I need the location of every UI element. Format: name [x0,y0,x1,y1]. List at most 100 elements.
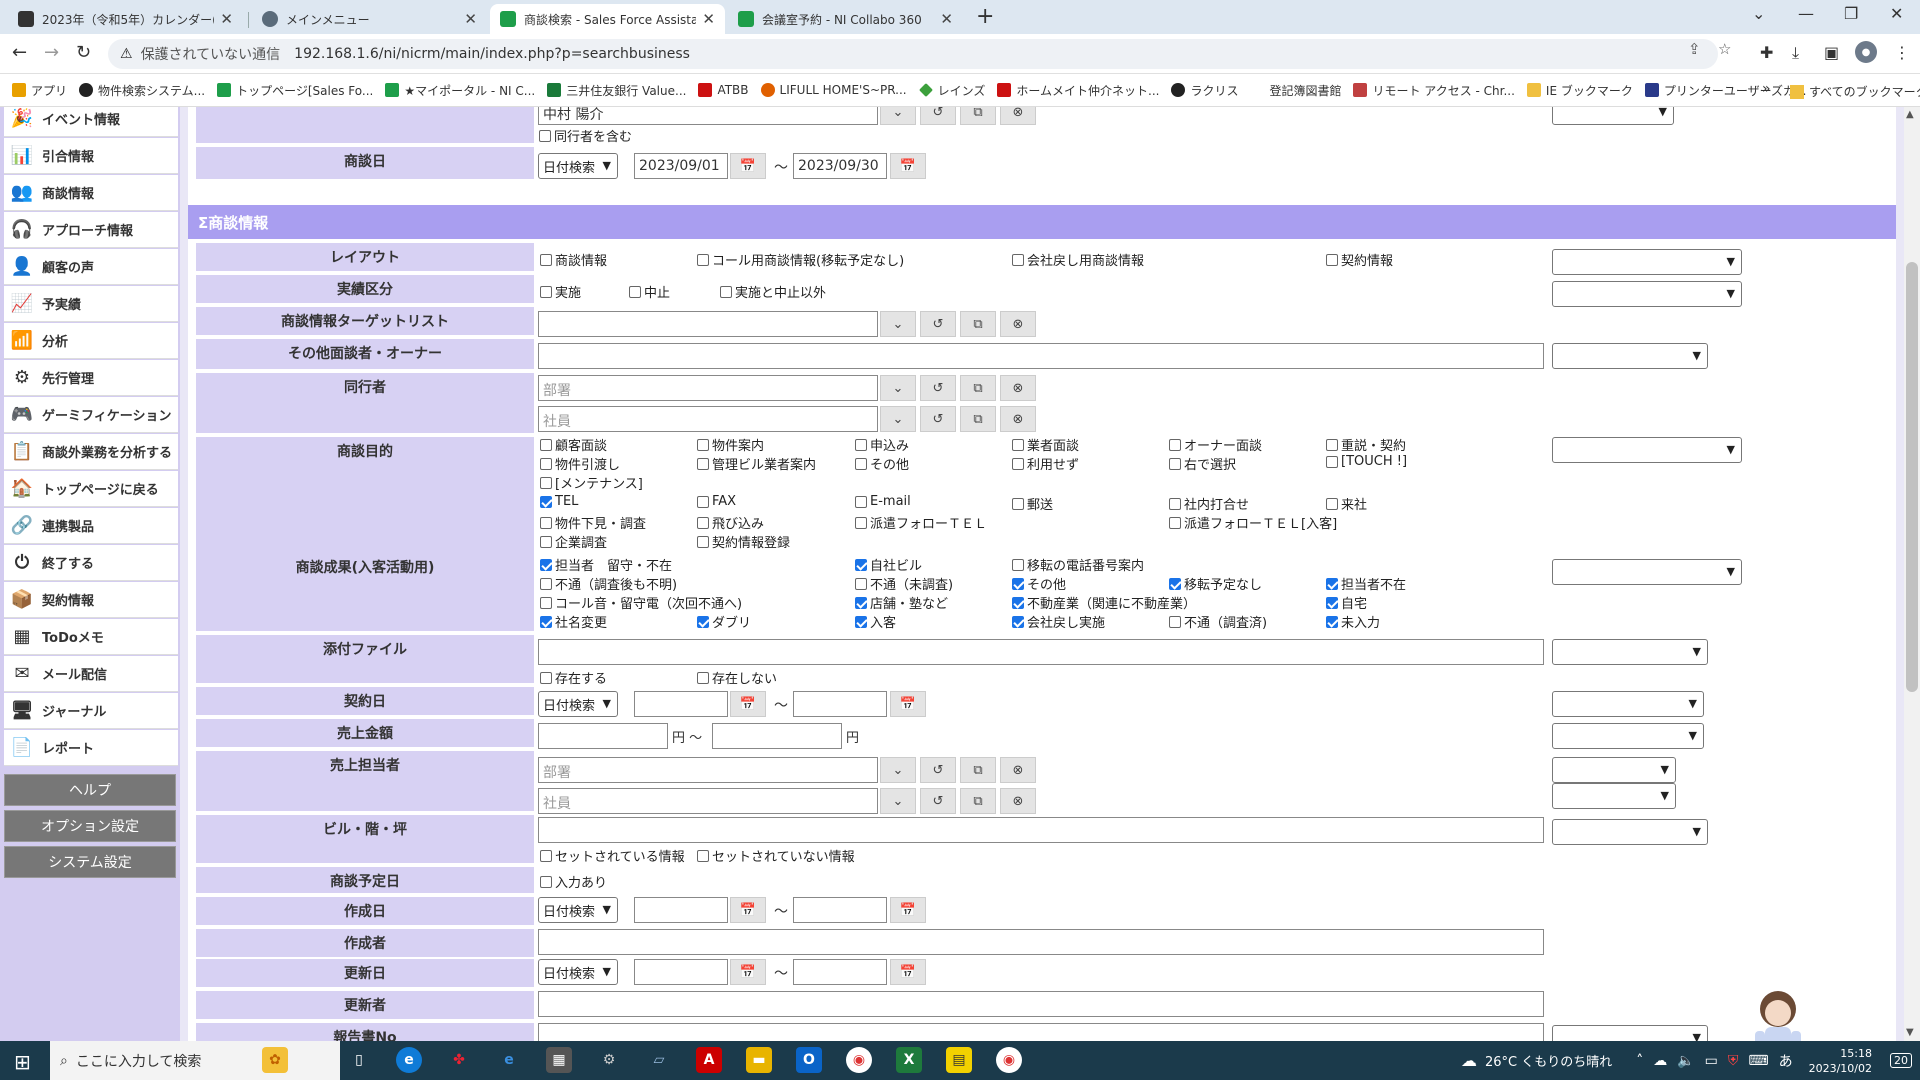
checkbox-option[interactable]: 派遣フォローＴＥＬ [855,513,987,532]
speaker-icon[interactable]: 🔈 [1677,1053,1694,1069]
sidebar-item[interactable]: ✉ メール配信 [4,656,178,692]
checkbox-option[interactable]: 店舗・塾など [855,593,948,612]
checkbox-option[interactable]: 社内打合せ [1169,494,1249,513]
security-tray-icon[interactable]: ⛨ [1728,1053,1739,1069]
section-header[interactable]: Σ商談情報 [188,205,1896,239]
calendar-icon[interactable]: 📅 [890,153,926,179]
restore-icon[interactable]: ❐ [1844,4,1858,23]
copy-icon[interactable]: ⧉ [960,107,996,125]
attachment-condition-select[interactable]: ▼ [1552,639,1708,665]
dropdown-icon[interactable]: ⌄ [880,107,916,125]
bookmark-item[interactable]: ホームメイト仲介ネット... [997,82,1159,99]
sidebar-item[interactable]: 📋 商談外業務を分析する [4,434,178,470]
keyboard-icon[interactable]: ⌨ [1748,1053,1768,1069]
checkbox-option[interactable]: [TOUCH !] [1326,454,1407,469]
ie-icon[interactable]: e [496,1047,522,1073]
ime-indicator[interactable]: あ [1779,1051,1793,1071]
checkbox-option[interactable]: 物件引渡し [540,454,620,473]
reset-icon[interactable]: ↺ [920,107,956,125]
sales-amount-to-field[interactable] [712,723,842,749]
checkbox-option[interactable]: 飛び込み [697,513,764,532]
calendar-icon[interactable]: 📅 [730,897,766,923]
attachment-field[interactable] [538,639,1544,665]
sales-amount-from-field[interactable] [538,723,668,749]
close-tab-icon[interactable]: ✕ [464,10,477,28]
profile-avatar-icon[interactable]: ● [1855,41,1877,63]
checkbox-option[interactable]: 入客 [855,612,896,631]
sidebar-item[interactable]: 🎮 ゲーミフィケーション [4,397,178,433]
sidebar-item[interactable]: 📄 レポート [4,730,178,766]
checkbox-option[interactable]: 存在しない [697,668,777,687]
cloud-icon[interactable]: ☁ [1653,1053,1667,1069]
checkbox-option[interactable]: [メンテナンス] [540,473,643,492]
checkbox-option[interactable]: 中止 [629,282,670,301]
checkbox-option[interactable]: セットされていない情報 [697,846,855,865]
extensions-icon[interactable]: ✚ [1760,43,1773,62]
outlook-icon[interactable]: O [796,1047,822,1073]
calculator-icon[interactable]: ▦ [546,1047,572,1073]
reload-icon[interactable]: ↻ [76,42,91,63]
dropdown-icon[interactable]: ⌄ [880,375,916,401]
checkbox-option[interactable]: 入力あり [540,872,607,891]
new-tab-icon[interactable]: + [976,4,994,29]
meeting-date-from-field[interactable]: 2023/09/01 [634,153,728,179]
scroll-down-icon[interactable]: ▼ [1906,1027,1914,1038]
menu-kebab-icon[interactable]: ⋮ [1894,43,1910,62]
acrobat-icon[interactable]: A [696,1047,722,1073]
sidebar-item[interactable]: ⚙ 先行管理 [4,360,178,396]
copy-icon[interactable]: ⧉ [960,311,996,337]
calendar-icon[interactable]: 📅 [890,691,926,717]
excel-icon[interactable]: X [896,1047,922,1073]
result-condition-select[interactable]: ▼ [1552,281,1742,307]
close-window-icon[interactable]: ✕ [1890,4,1903,23]
checkbox-option[interactable]: 会社戻し実施 [1012,612,1105,631]
reset-icon[interactable]: ↺ [920,406,956,432]
security-status[interactable]: 保護されていない通信 [141,44,281,64]
building-field[interactable] [538,817,1544,843]
checkbox-option[interactable]: 申込み [855,435,909,454]
assistant-mascot[interactable] [1733,987,1823,1041]
chrome-profile-icon[interactable]: ◉ [996,1047,1022,1073]
checkbox-option[interactable]: 顧客面談 [540,435,607,454]
updater-field[interactable] [538,991,1544,1017]
checkbox-option[interactable]: 商談情報 [540,250,607,269]
close-tab-icon[interactable]: ✕ [702,10,715,28]
checkbox-option[interactable]: 契約情報登録 [697,532,790,551]
bookmark-item[interactable]: 三井住友銀行 Value... [547,82,686,99]
companion-employee-field[interactable]: 社員 [538,406,878,432]
contract-date-condition-select[interactable]: ▼ [1552,691,1704,717]
chrome-icon[interactable]: ◉ [846,1047,872,1073]
dropdown-icon[interactable]: ⌄ [880,406,916,432]
contract-date-mode-select[interactable]: 日付検索 ▼ [538,691,618,717]
bookmark-item[interactable]: ★マイポータル - NI C... [385,82,535,99]
edge-icon[interactable]: e [396,1047,422,1073]
explorer-folder-icon[interactable]: ▬ [746,1047,772,1073]
checkbox-option[interactable]: 移転予定なし [1169,574,1262,593]
outcome-condition-select[interactable]: ▼ [1552,559,1742,585]
network-icon[interactable]: ▭ [1705,1053,1718,1069]
sales-department-field[interactable]: 部署 [538,757,878,783]
tab-business-search[interactable]: 商談検索 - Sales Force Assistant ✕ [490,4,725,34]
sales-dept-condition-select[interactable]: ▼ [1552,757,1676,783]
updated-date-mode-select[interactable]: 日付検索 ▼ [538,959,618,985]
checkbox-option[interactable]: 利用せず [1012,454,1079,473]
checkbox-option[interactable]: 不動産業（関連に不動産業） [1012,593,1196,612]
clear-icon[interactable]: ⊗ [1000,107,1036,125]
checkbox-option[interactable]: TEL [540,494,578,509]
back-icon[interactable]: ← [12,42,27,63]
calendar-icon[interactable]: 📅 [890,897,926,923]
bookmark-item[interactable]: プリンターユーザーズガ... [1644,82,1806,99]
layout-condition-select[interactable]: ▼ [1552,249,1742,275]
clear-icon[interactable]: ⊗ [1000,311,1036,337]
updated-date-to-field[interactable] [793,959,887,985]
bookmark-item[interactable]: ATBB [698,83,749,97]
checkbox-option[interactable]: セットされている情報 [540,846,685,865]
share-icon[interactable]: ⇪ [1688,40,1701,58]
notepad-icon[interactable]: ▱ [646,1047,672,1073]
checkbox-option[interactable]: 管理ビル業者案内 [697,454,816,473]
sales-emp-condition-select[interactable]: ▼ [1552,783,1676,809]
bookmark-apps[interactable]: アプリ [12,82,67,99]
checkbox-option[interactable]: 重説・契約 [1326,435,1406,454]
clock[interactable]: 15:18 2023/10/02 [1809,1046,1872,1076]
contract-date-from-field[interactable] [634,691,728,717]
